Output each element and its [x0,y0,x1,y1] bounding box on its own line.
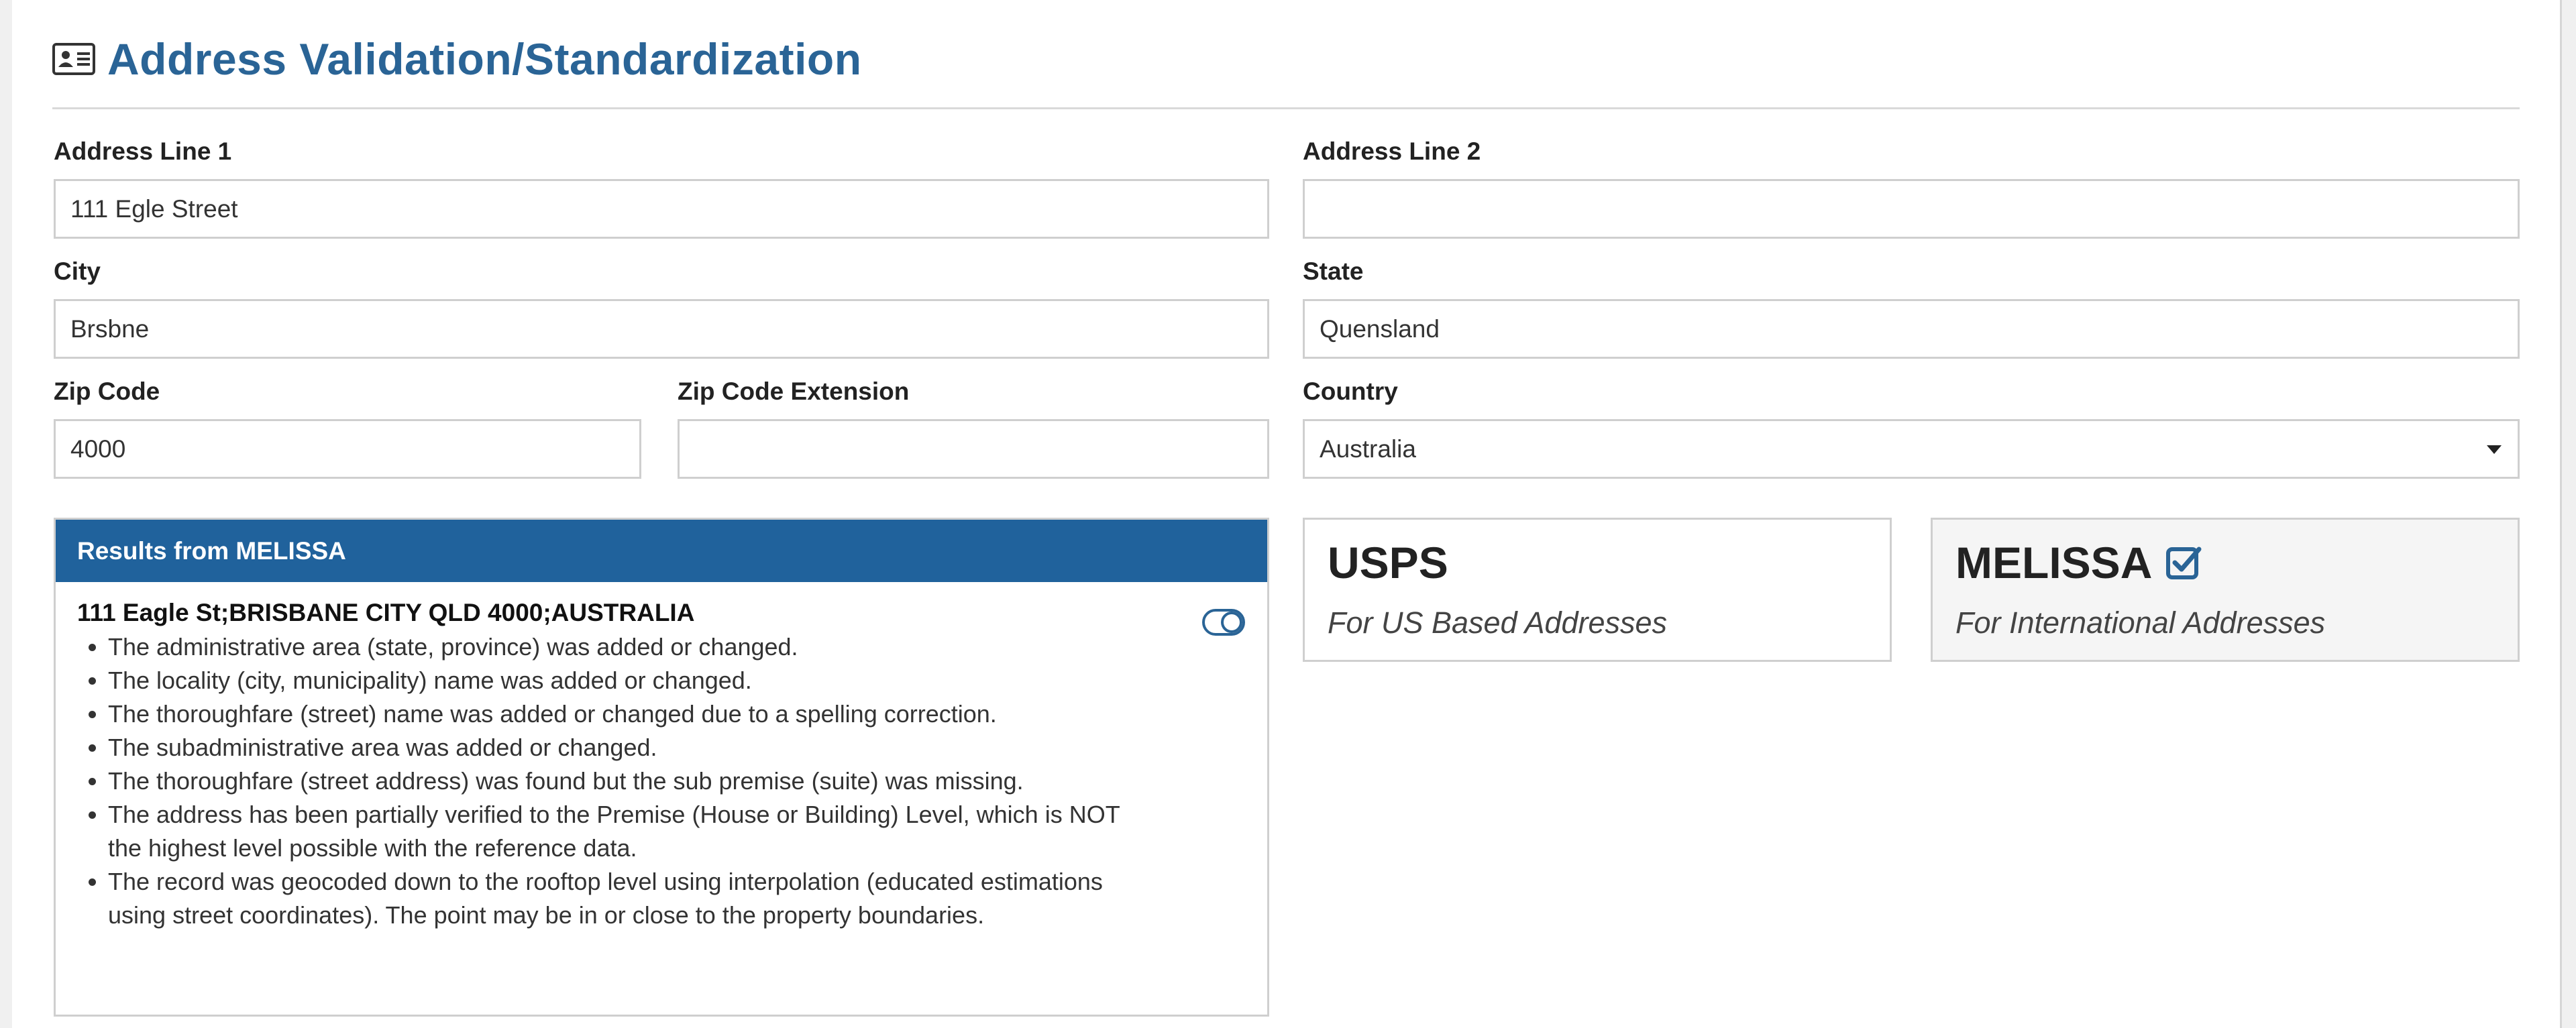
melissa-title-text: MELISSA [1955,538,2153,587]
country-select[interactable]: Australia [1303,419,2520,479]
zip-code-extension-input[interactable] [678,419,1269,479]
country-label: Country [1303,378,1398,405]
address-validation-panel: Address Validation/Standardization Addre… [12,0,2562,1028]
chevron-down-icon[interactable] [2487,445,2502,454]
usps-card-subtitle: For US Based Addresses [1328,606,1668,640]
melissa-card-title: MELISSA [1955,537,2203,588]
usps-title-text: USPS [1328,538,1448,587]
usps-card-title: USPS [1328,537,1448,588]
zip-code-input[interactable]: 4000 [54,419,641,479]
page-title: Address Validation/Standardization [107,34,862,84]
melissa-provider-card[interactable]: MELISSA For International Addresses [1931,518,2520,662]
result-messages-list: The administrative area (state, province… [77,630,1155,932]
address-line1-input[interactable]: 111 Egle Street [54,179,1269,239]
list-item: The address has been partially verified … [108,798,1155,865]
zip-code-label: Zip Code [54,378,160,405]
melissa-card-subtitle: For International Addresses [1955,606,2326,640]
city-input[interactable]: Brsbne [54,299,1269,359]
result-address: 111 Eagle St;BRISBANE CITY QLD 4000;AUST… [77,599,695,626]
country-selected-value: Australia [1320,435,1416,463]
header-divider [52,107,2520,109]
list-item: The locality (city, municipality) name w… [108,664,1155,697]
city-label: City [54,258,101,285]
address-line2-label: Address Line 2 [1303,137,1481,165]
results-header: Results from MELISSA [56,520,1267,582]
list-item: The administrative area (state, province… [108,630,1155,664]
list-item: The subadministrative area was added or … [108,731,1155,764]
list-item: The thoroughfare (street address) was fo… [108,764,1155,798]
checkbox-checked-icon [2166,547,2202,579]
address-card-icon [52,43,95,75]
usps-provider-card[interactable]: USPS For US Based Addresses [1303,518,1892,662]
address-line1-label: Address Line 1 [54,137,232,165]
page-header: Address Validation/Standardization [52,25,862,93]
address-line2-input[interactable] [1303,179,2520,239]
list-item: The thoroughfare (street) name was added… [108,697,1155,731]
state-label: State [1303,258,1364,285]
state-input[interactable]: Quensland [1303,299,2520,359]
results-panel: Results from MELISSA 111 Eagle St;BRISBA… [54,518,1269,1017]
list-item: The record was geocoded down to the roof… [108,865,1155,932]
toggle-icon[interactable] [1201,608,1246,636]
zip-code-extension-label: Zip Code Extension [678,378,910,405]
